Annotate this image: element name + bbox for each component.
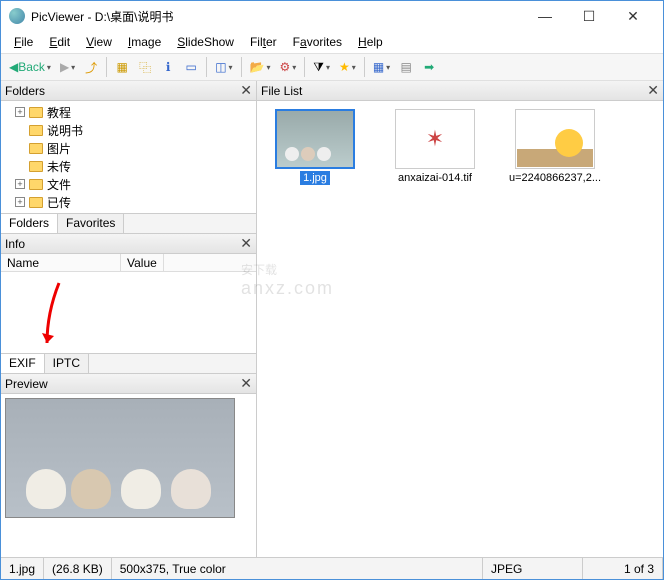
filelist-title: File List: [261, 84, 302, 98]
back-button[interactable]: ◀ Back ▾: [5, 56, 55, 78]
grid-icon[interactable]: ▦ ▾: [369, 56, 394, 78]
forward-button[interactable]: ▶ ▾: [56, 56, 79, 78]
folder-row[interactable]: 图片: [5, 139, 252, 157]
titlebar: PicViewer - D:\桌面\说明书 — ☐ ✕: [1, 1, 663, 31]
menu-favorites[interactable]: Favorites: [286, 33, 349, 51]
folder-label: 说明书: [47, 122, 83, 139]
menu-image[interactable]: Image: [121, 33, 168, 51]
folder-label: 已传: [47, 194, 71, 211]
minimize-button[interactable]: —: [523, 2, 567, 30]
folder-label: 图片: [47, 140, 71, 157]
folder-icon: [29, 161, 43, 172]
folder-icon: [29, 107, 43, 118]
app-icon: [9, 8, 25, 24]
menu-file[interactable]: File: [7, 33, 40, 51]
file-list[interactable]: 1.jpg ✶ anxaizai-014.tif u=2240866237,2...: [257, 101, 663, 557]
menu-help[interactable]: Help: [351, 33, 390, 51]
info-icon[interactable]: ℹ: [157, 56, 179, 78]
folder-row[interactable]: 未传: [5, 157, 252, 175]
close-button[interactable]: ✕: [611, 2, 655, 30]
folders-title: Folders: [5, 84, 45, 98]
up-button[interactable]: ⤴: [80, 56, 102, 78]
maximize-button[interactable]: ☐: [567, 2, 611, 30]
tab-exif[interactable]: EXIF: [1, 354, 45, 373]
window-title: PicViewer - D:\桌面\说明书: [31, 8, 523, 25]
thumb-image: [515, 109, 595, 169]
folder-row[interactable]: +教程: [5, 103, 252, 121]
info-body: [1, 272, 256, 353]
tab-favorites[interactable]: Favorites: [58, 214, 124, 233]
back-label: Back: [18, 60, 45, 74]
select-all-icon[interactable]: ▦: [111, 56, 133, 78]
folders-close-icon[interactable]: ✕: [240, 82, 252, 99]
status-filename: 1.jpg: [1, 558, 44, 579]
file-thumb[interactable]: ✶ anxaizai-014.tif: [385, 109, 485, 185]
panel-icon[interactable]: ▭: [180, 56, 202, 78]
info-col-name[interactable]: Name: [1, 254, 121, 271]
menu-slideshow[interactable]: SlideShow: [170, 33, 241, 51]
filter-icon[interactable]: ⧩ ▾: [309, 56, 334, 78]
file-thumb[interactable]: 1.jpg: [265, 109, 365, 185]
folder-icon: [29, 197, 43, 208]
menu-view[interactable]: View: [79, 33, 119, 51]
preview-panel: Preview ✕: [1, 374, 256, 557]
annotation-arrow: [39, 278, 69, 358]
status-size: (26.8 KB): [44, 558, 112, 579]
tool-icon[interactable]: ⚙ ▾: [276, 56, 301, 78]
menu-filter[interactable]: Filter: [243, 33, 284, 51]
info-col-value[interactable]: Value: [121, 254, 164, 271]
folder-icon: [29, 125, 43, 136]
toolbar: ◀ Back ▾ ▶ ▾ ⤴ ▦ ⿻ ℹ ▭ ◫ ▾ 📂 ▾ ⚙ ▾ ⧩ ▾ ★…: [1, 53, 663, 81]
info-close-icon[interactable]: ✕: [240, 235, 252, 252]
preview-close-icon[interactable]: ✕: [240, 375, 252, 392]
preview-image: [5, 398, 235, 518]
folders-panel: Folders ✕ +教程说明书图片未传+文件+已传 Folders Favori…: [1, 81, 256, 234]
folder-tree[interactable]: +教程说明书图片未传+文件+已传: [1, 101, 256, 213]
thumb-label: 1.jpg: [300, 171, 330, 185]
folder-row[interactable]: +文件: [5, 175, 252, 193]
status-count: 1 of 3: [583, 558, 663, 579]
thumb-label: u=2240866237,2...: [506, 171, 604, 185]
file-thumb[interactable]: u=2240866237,2...: [505, 109, 605, 185]
folder-label: 未传: [47, 158, 71, 175]
copy-icon[interactable]: ⿻: [134, 56, 156, 78]
folder-label: 教程: [47, 104, 71, 121]
folder-row[interactable]: +已传: [5, 193, 252, 211]
folder-row[interactable]: 说明书: [5, 121, 252, 139]
menu-edit[interactable]: Edit: [42, 33, 77, 51]
info-title: Info: [5, 237, 25, 251]
folder-label: 文件: [47, 176, 71, 193]
menubar: File Edit View Image SlideShow Filter Fa…: [1, 31, 663, 53]
filelist-close-icon[interactable]: ✕: [647, 82, 659, 99]
status-dims: 500x375, True color: [112, 558, 483, 579]
thumb-image: ✶: [395, 109, 475, 169]
statusbar: 1.jpg (26.8 KB) 500x375, True color JPEG…: [1, 557, 663, 579]
star-icon[interactable]: ★ ▾: [335, 56, 360, 78]
thumb-label: anxaizai-014.tif: [395, 171, 475, 185]
folder-icon: [29, 143, 43, 154]
folder-icon: [29, 179, 43, 190]
tab-iptc[interactable]: IPTC: [45, 354, 89, 373]
window-icon[interactable]: ◫ ▾: [211, 56, 236, 78]
page-icon[interactable]: ▤: [395, 56, 417, 78]
tab-folders[interactable]: Folders: [1, 214, 58, 233]
folder-open-icon[interactable]: 📂 ▾: [246, 56, 275, 78]
export-icon[interactable]: ➡: [418, 56, 440, 78]
status-type: JPEG: [483, 558, 583, 579]
preview-title: Preview: [5, 377, 48, 391]
info-panel: Info ✕ Name Value EXIF IPTC: [1, 234, 256, 374]
thumb-image: [275, 109, 355, 169]
